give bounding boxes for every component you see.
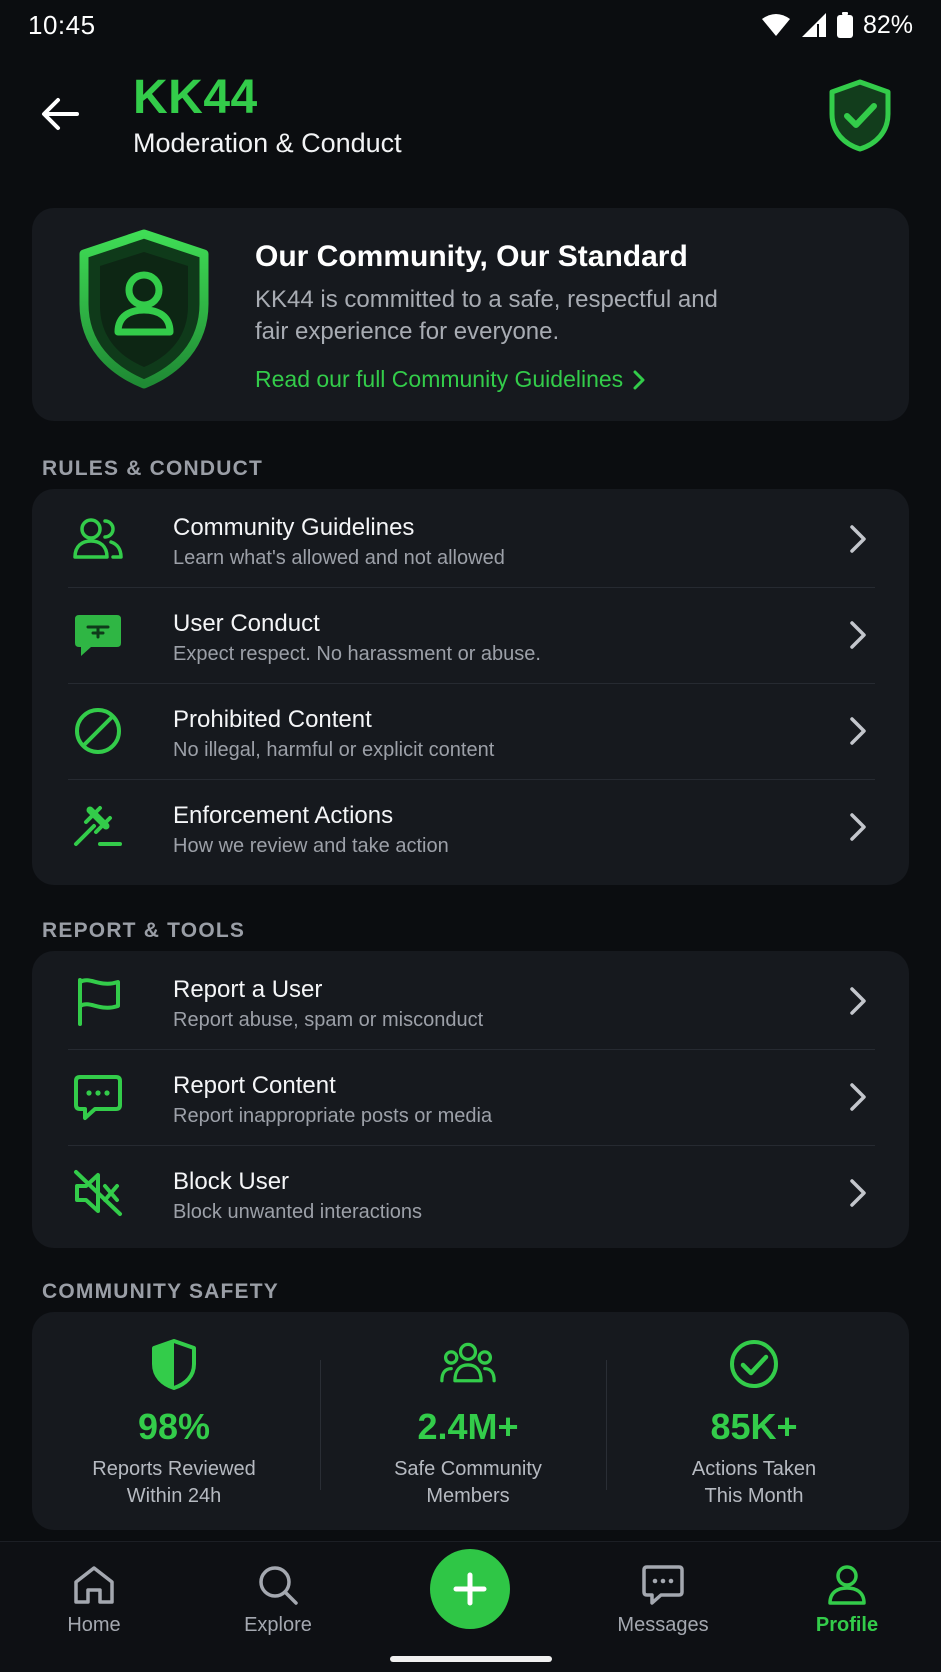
shield-user-icon	[74, 228, 214, 390]
profile-icon	[823, 1562, 871, 1608]
group-icon	[440, 1336, 496, 1392]
create-button[interactable]	[430, 1549, 510, 1629]
stat-actions-taken: 85K+ Actions Taken This Month	[612, 1312, 896, 1530]
hero-title: Our Community, Our Standard	[255, 240, 688, 273]
wifi-icon	[761, 13, 791, 37]
item-subtitle: How we review and take action	[173, 835, 449, 857]
mute-icon	[70, 1165, 126, 1221]
stat-label-line1: Actions Taken	[691, 1458, 817, 1480]
shield-half-icon	[146, 1336, 202, 1392]
list-item-block-user[interactable]: Block User Block unwanted interactions	[32, 1145, 909, 1241]
chevron-right-icon	[845, 521, 871, 557]
shield-check-icon[interactable]	[826, 78, 894, 152]
list-item-enforcement-actions[interactable]: Enforcement Actions How we review and ta…	[32, 779, 909, 875]
nav-label: Profile	[815, 1614, 879, 1636]
chevron-right-icon	[845, 617, 871, 653]
item-subtitle: Block unwanted interactions	[173, 1201, 423, 1223]
item-subtitle: Report inappropriate posts or media	[173, 1105, 493, 1127]
status-bar: 10:45 82%	[0, 0, 941, 50]
chevron-right-icon	[845, 1079, 871, 1115]
nav-explore[interactable]: Explore	[208, 1562, 348, 1637]
guidelines-link[interactable]: Read our full Community Guidelines	[255, 366, 645, 393]
item-title: Prohibited Content	[173, 706, 372, 733]
item-subtitle: No illegal, harmful or explicit content	[173, 739, 495, 761]
stat-label-line2: Members	[426, 1485, 510, 1507]
guidelines-link-label: Read our full Community Guidelines	[255, 366, 624, 392]
item-title: Enforcement Actions	[173, 802, 394, 829]
chevron-right-icon	[845, 983, 871, 1019]
list-item-prohibited-content[interactable]: Prohibited Content No illegal, harmful o…	[32, 683, 909, 779]
item-title: User Conduct	[173, 610, 320, 637]
hero-card: Our Community, Our Standard KK44 is comm…	[32, 208, 909, 421]
arrow-left-icon	[42, 98, 79, 130]
nav-profile[interactable]: Profile	[777, 1562, 917, 1637]
item-subtitle: Report abuse, spam or misconduct	[173, 1009, 484, 1031]
nav-messages[interactable]: Messages	[593, 1562, 733, 1637]
list-item-report-user[interactable]: Report a User Report abuse, spam or misc…	[32, 953, 909, 1049]
tools-card: Report a User Report abuse, spam or misc…	[32, 951, 909, 1248]
chevron-right-icon	[633, 370, 645, 389]
item-title: Community Guidelines	[173, 514, 415, 541]
search-icon	[254, 1562, 302, 1608]
hero-description: KK44 is committed to a safe, respectful …	[255, 286, 718, 345]
stat-label-line2: Within 24h	[126, 1485, 222, 1507]
nav-label: Messages	[617, 1614, 709, 1636]
check-circle-icon	[726, 1336, 782, 1392]
stat-community-members: 2.4M+ Safe Community Members	[326, 1312, 610, 1530]
nav-label: Home	[67, 1614, 121, 1636]
divider	[320, 1360, 321, 1490]
stat-value: 85K+	[710, 1406, 798, 1447]
plus-icon	[453, 1572, 487, 1606]
page-subtitle: Moderation & Conduct	[133, 128, 402, 158]
chevron-right-icon	[845, 713, 871, 749]
flag-icon	[70, 973, 126, 1029]
chevron-right-icon	[845, 809, 871, 845]
users-icon	[70, 511, 126, 567]
item-subtitle: Learn what's allowed and not allowed	[173, 547, 505, 569]
bottom-nav: Home Explore Messages Profile	[0, 1541, 941, 1672]
app-title: KK44	[133, 71, 258, 124]
chat-bubble-icon	[70, 607, 126, 663]
prohibited-icon	[70, 703, 126, 759]
message-icon	[70, 1069, 126, 1125]
item-subtitle: Expect respect. No harassment or abuse.	[173, 643, 541, 665]
stat-label-line2: This Month	[704, 1485, 804, 1507]
rules-card: Community Guidelines Learn what's allowe…	[32, 489, 909, 885]
item-title: Block User	[173, 1168, 290, 1195]
battery-percent: 82%	[862, 10, 913, 39]
stat-label-line1: Reports Reviewed	[92, 1458, 256, 1480]
home-icon	[70, 1562, 118, 1608]
divider	[606, 1360, 607, 1490]
list-item-community-guidelines[interactable]: Community Guidelines Learn what's allowe…	[32, 491, 909, 587]
home-indicator[interactable]	[390, 1656, 552, 1662]
stat-value: 2.4M+	[417, 1406, 519, 1447]
battery-icon	[836, 12, 853, 38]
list-item-report-content[interactable]: Report Content Report inappropriate post…	[32, 1049, 909, 1145]
status-icons: 82%	[761, 11, 913, 40]
stat-value: 98%	[137, 1406, 211, 1447]
safety-stats-card: 98% Reports Reviewed Within 24h 2.4M+ Sa…	[32, 1312, 909, 1530]
section-label-tools: REPORT & TOOLS	[42, 919, 246, 942]
stat-reports-reviewed: 98% Reports Reviewed Within 24h	[32, 1312, 316, 1530]
section-label-safety: COMMUNITY SAFETY	[42, 1280, 279, 1303]
chevron-right-icon	[845, 1175, 871, 1211]
nav-home[interactable]: Home	[24, 1562, 164, 1637]
nav-label: Explore	[244, 1614, 312, 1636]
back-button[interactable]	[34, 88, 86, 140]
status-time: 10:45	[28, 9, 96, 40]
signal-icon	[801, 12, 827, 38]
gavel-icon	[70, 799, 126, 855]
header: KK44 Moderation & Conduct	[0, 60, 941, 170]
item-title: Report a User	[173, 976, 323, 1003]
section-label-rules: RULES & CONDUCT	[42, 457, 263, 480]
messages-icon	[639, 1562, 687, 1608]
list-item-user-conduct[interactable]: User Conduct Expect respect. No harassme…	[32, 587, 909, 683]
stat-label-line1: Safe Community	[394, 1458, 542, 1480]
item-title: Report Content	[173, 1072, 336, 1099]
